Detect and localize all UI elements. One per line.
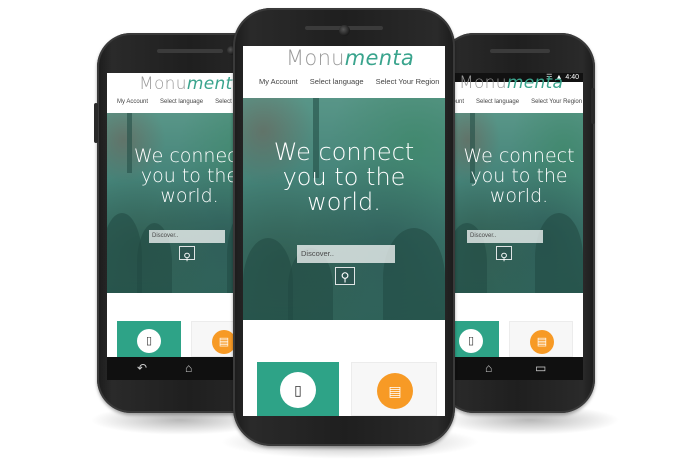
menu-select-region[interactable]: Select Your Region — [376, 77, 440, 86]
android-nav-bar: ⌂ ▭ — [455, 357, 583, 380]
hero-banner: We connect you to the world. Discover.. ⚲ — [455, 113, 583, 293]
laptop-icon: ▤ — [377, 373, 413, 409]
feature-card-mobile[interactable]: ▯ — [455, 321, 499, 357]
feature-card-laptop[interactable]: ▤ — [509, 321, 573, 357]
hero-banner: We connect you to the world. Discover.. ⚲ — [243, 98, 445, 320]
hero-tagline: We connect you to the world. — [463, 145, 575, 207]
menu-my-account[interactable]: My Account — [117, 99, 148, 105]
mobile-phone-icon: ▯ — [459, 329, 483, 353]
top-menu: My Account Select language Select Your Reg… — [259, 77, 445, 86]
search-input[interactable]: Discover.. — [467, 230, 543, 243]
search-button[interactable]: ⚲ — [179, 246, 195, 263]
brand-logo: Monumenta — [139, 74, 244, 94]
menu-select-language[interactable]: Select language — [310, 77, 364, 86]
recent-apps-icon[interactable]: ▭ — [535, 362, 546, 374]
hero-tagline: We connect you to the world. — [273, 138, 415, 217]
home-icon[interactable]: ⌂ — [185, 362, 192, 374]
feature-card-laptop[interactable]: ▤ — [351, 362, 437, 416]
search-input[interactable]: Discover.. — [297, 245, 395, 263]
search-icon: ⚲ — [340, 270, 350, 284]
mobile-phone-icon: ▯ — [137, 329, 161, 353]
menu-select-language[interactable]: Select language — [160, 99, 203, 105]
back-icon[interactable]: ↶ — [137, 362, 147, 374]
right-phone-screen: ☰▲4:40 Monumenta My AccountSelect langua… — [455, 73, 583, 380]
center-phone: Monumenta My Account Select language Selec… — [233, 8, 455, 446]
search-button[interactable]: ⚲ — [335, 267, 355, 285]
right-phone: ☰▲4:40 Monumenta My AccountSelect langua… — [440, 33, 595, 413]
home-icon[interactable]: ⌂ — [485, 362, 492, 374]
center-phone-screen: Monumenta My Account Select language Selec… — [243, 46, 445, 416]
top-menu: My Account Select language Select Your Reg… — [455, 99, 583, 105]
brand-logo: Monumenta — [459, 73, 564, 93]
menu-select-language[interactable]: Select language — [476, 99, 519, 105]
mobile-phone-icon: ▯ — [280, 372, 316, 408]
search-icon: ⚲ — [183, 252, 191, 263]
brand-logo: Monumenta — [286, 46, 415, 70]
feature-card-mobile[interactable]: ▯ — [257, 362, 339, 416]
status-time: 4:40 — [565, 74, 579, 81]
laptop-icon: ▤ — [530, 330, 554, 354]
search-button[interactable]: ⚲ — [496, 246, 512, 263]
search-icon: ⚲ — [500, 252, 508, 263]
search-input[interactable]: Discover.. — [149, 230, 225, 243]
feature-card-mobile[interactable]: ▯ — [117, 321, 181, 357]
menu-select-region[interactable]: Select Your Region — [531, 99, 582, 105]
menu-my-account[interactable]: My Account — [259, 77, 298, 86]
menu-my-account[interactable]: My Account — [455, 99, 464, 105]
